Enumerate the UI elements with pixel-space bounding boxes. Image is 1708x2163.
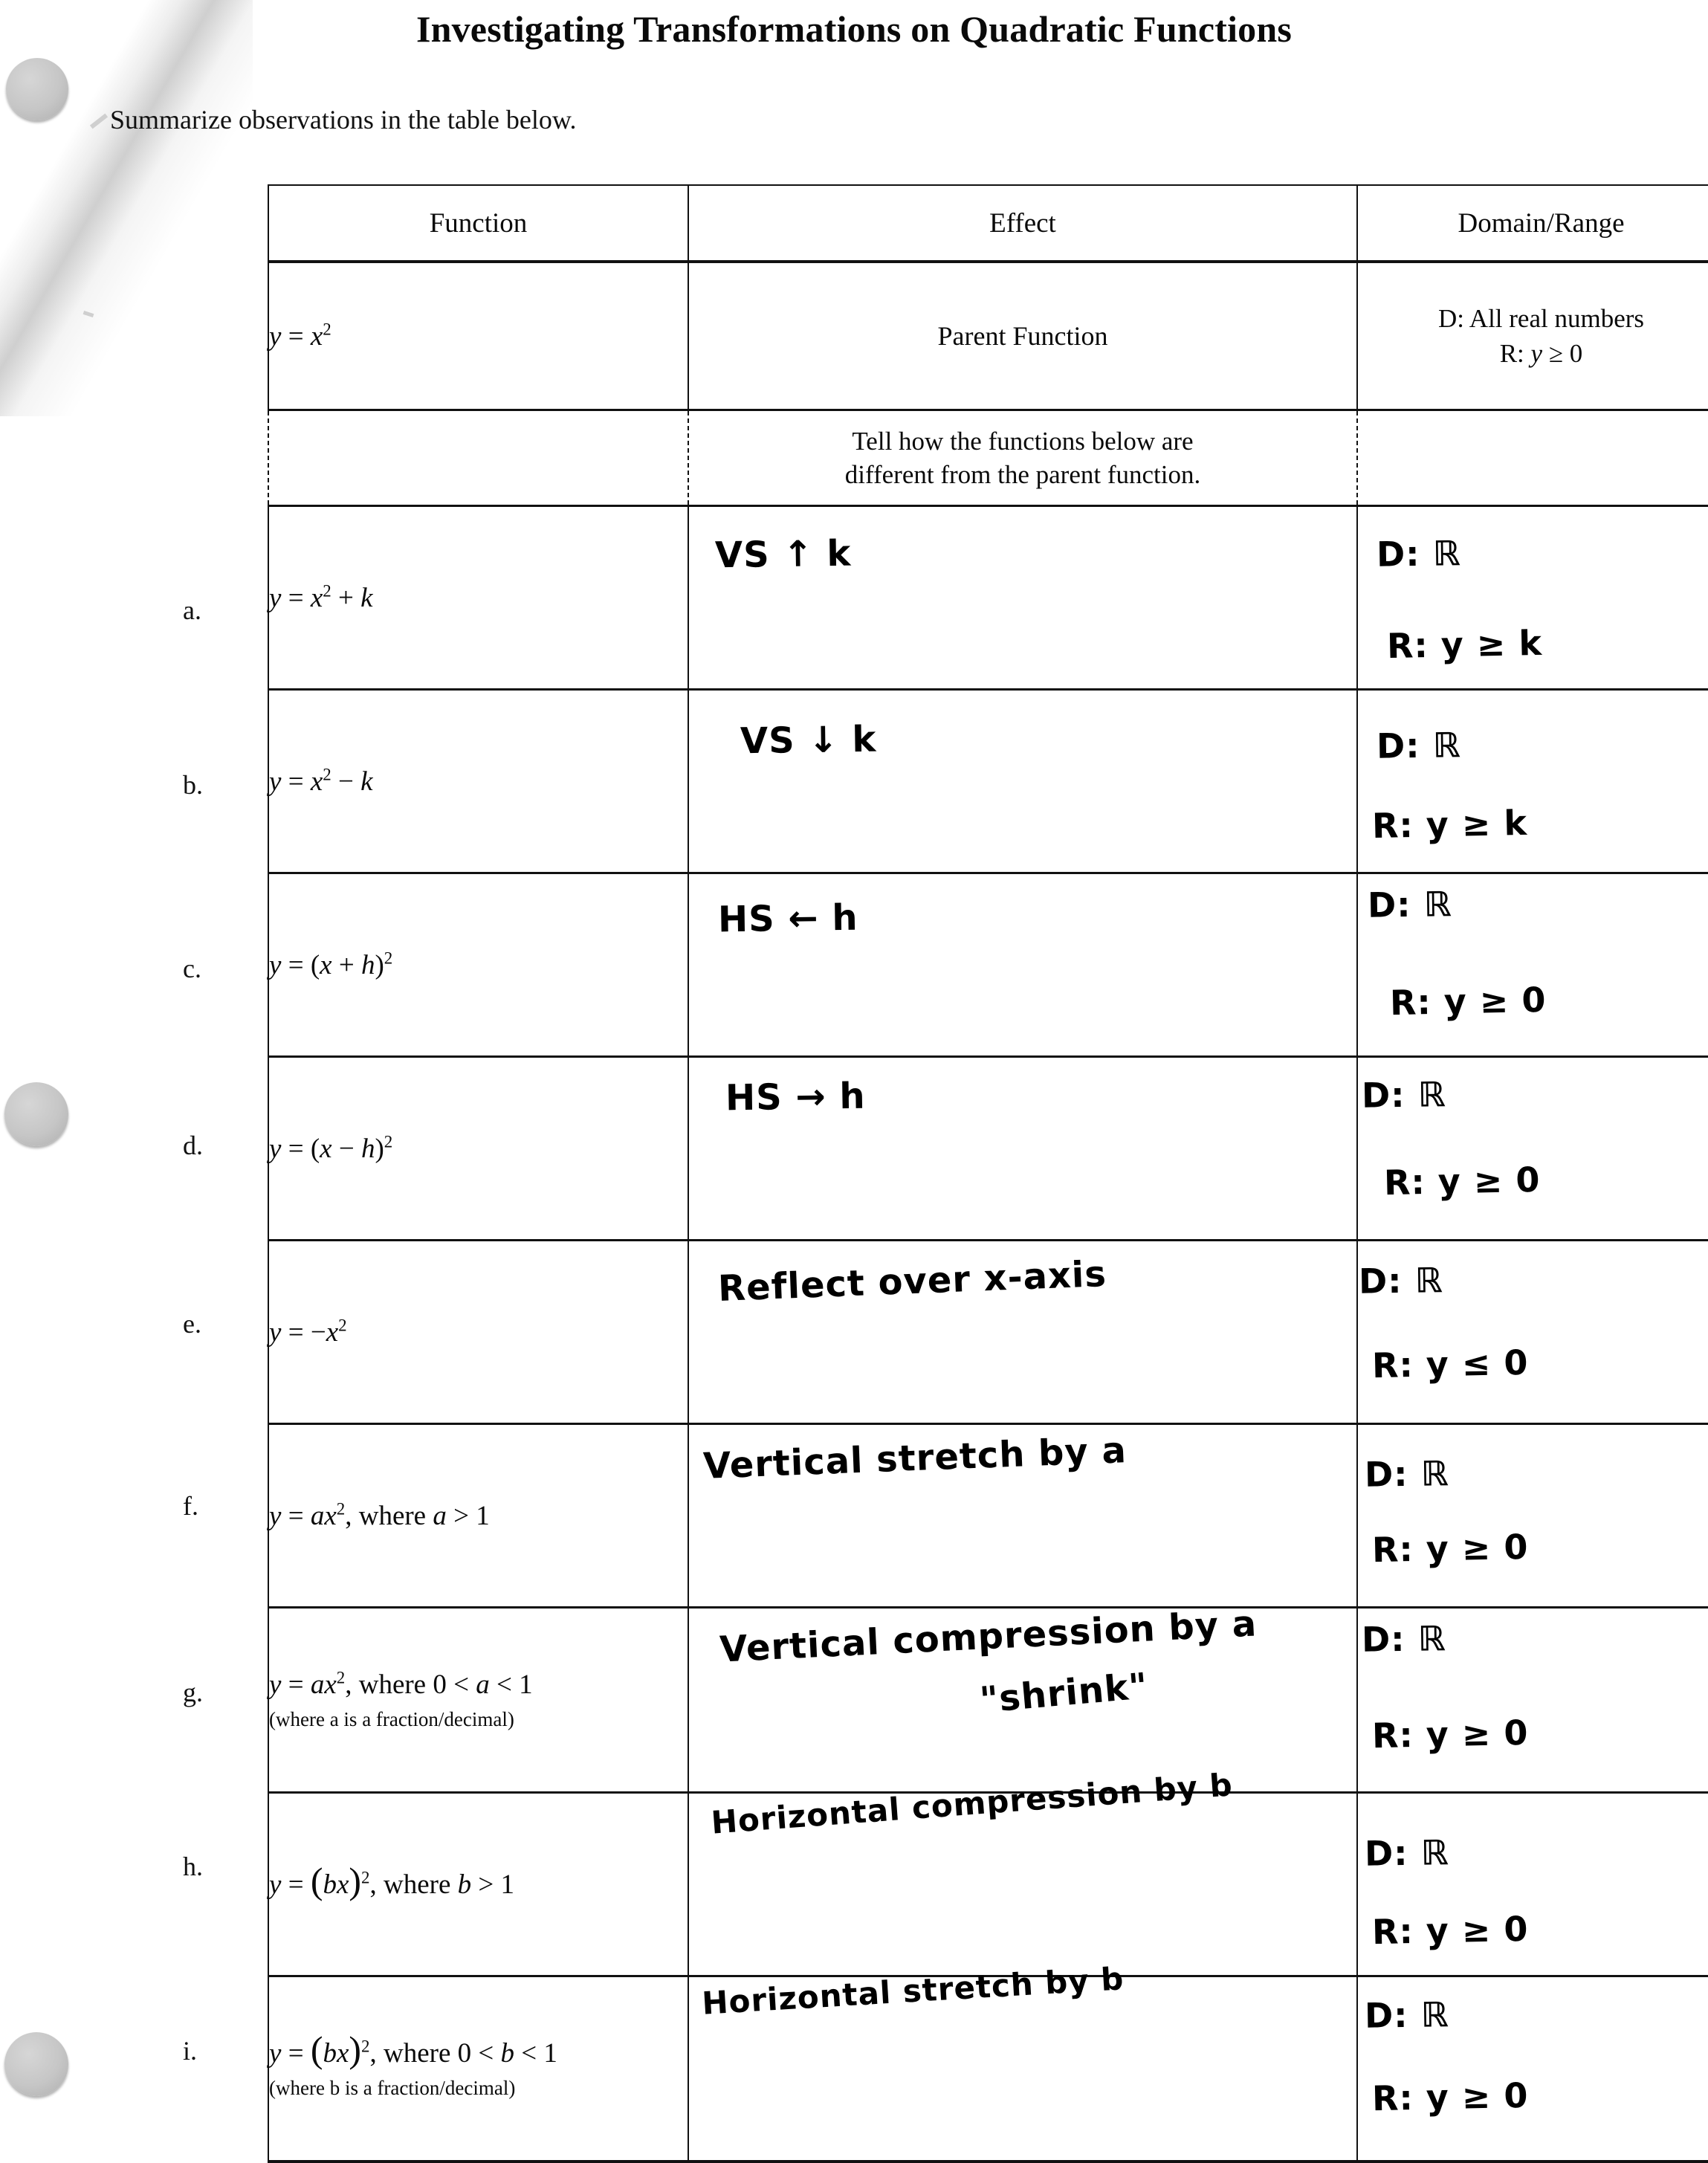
instruction-blank-left bbox=[268, 409, 689, 507]
function-formula-h: y = (bx)2, where b > 1 bbox=[268, 1791, 689, 1977]
function-formula-i: y = (bx)2, where 0 < b < 1 (where b is a… bbox=[268, 1975, 689, 2163]
item-letter-b: b. bbox=[183, 770, 203, 800]
parent-range: R: y ≥ 0 bbox=[1499, 339, 1583, 368]
parent-function-formula: y = x2 bbox=[268, 260, 689, 411]
effect-answer-c bbox=[688, 872, 1358, 1058]
function-note-g: (where a is a fraction/decimal) bbox=[269, 1708, 514, 1730]
effect-answer-b bbox=[688, 688, 1358, 874]
table-row-instruction: Tell how the functions below are differe… bbox=[268, 409, 1708, 507]
effect-answer-f bbox=[688, 1423, 1358, 1608]
table-row: y = ax2, where a > 1 bbox=[268, 1423, 1708, 1608]
function-formula-b: y = x2 − k bbox=[268, 688, 689, 874]
item-letter-d: d. bbox=[183, 1131, 203, 1160]
instruction-text-line2: different from the parent function. bbox=[844, 460, 1201, 489]
header-function: Function bbox=[268, 184, 689, 262]
header-effect: Effect bbox=[688, 184, 1358, 262]
domain-range-answer-c bbox=[1356, 872, 1708, 1058]
instruction-text: Tell how the functions below are differe… bbox=[688, 409, 1358, 507]
table-row: y = x2 − k bbox=[268, 688, 1708, 874]
table-row: y = x2 + k bbox=[268, 505, 1708, 691]
effect-answer-i bbox=[688, 1975, 1358, 2163]
table-row-parent-function: y = x2 Parent Function D: All real numbe… bbox=[268, 260, 1708, 411]
hole-punch-top bbox=[6, 58, 68, 120]
function-formula-d: y = (x − h)2 bbox=[268, 1055, 689, 1241]
item-letter-f: f. bbox=[183, 1491, 198, 1521]
effect-answer-a bbox=[688, 505, 1358, 691]
function-formula-c: y = (x + h)2 bbox=[268, 872, 689, 1058]
item-letter-c: c. bbox=[183, 954, 201, 983]
domain-range-answer-a bbox=[1356, 505, 1708, 691]
parent-function-effect: Parent Function bbox=[688, 260, 1358, 411]
table-row: y = (bx)2, where b > 1 bbox=[268, 1791, 1708, 1977]
table-row: y = −x2 bbox=[268, 1239, 1708, 1425]
item-letter-h: h. bbox=[183, 1852, 203, 1881]
instruction-blank-right bbox=[1356, 409, 1708, 507]
domain-range-answer-g bbox=[1356, 1606, 1708, 1794]
domain-range-answer-b bbox=[1356, 688, 1708, 874]
hole-punch-middle bbox=[4, 1082, 68, 1146]
hole-punch-bottom bbox=[4, 2032, 68, 2096]
function-formula-g: y = ax2, where 0 < a < 1 (where a is a f… bbox=[268, 1606, 689, 1794]
table-row: y = ax2, where 0 < a < 1 (where a is a f… bbox=[268, 1606, 1708, 1794]
parent-domain: D: All real numbers bbox=[1437, 303, 1645, 333]
table-row: y = (x − h)2 bbox=[268, 1055, 1708, 1241]
table-row: y = (bx)2, where 0 < b < 1 (where b is a… bbox=[268, 1975, 1708, 2163]
effect-answer-d bbox=[688, 1055, 1358, 1241]
item-letter-i: i. bbox=[183, 2036, 198, 2066]
domain-range-answer-e bbox=[1356, 1239, 1708, 1425]
page-title: Investigating Transformations on Quadrat… bbox=[415, 8, 1293, 50]
item-letter-a: a. bbox=[183, 595, 201, 625]
domain-range-answer-i bbox=[1356, 1975, 1708, 2163]
scan-page-curl bbox=[0, 0, 253, 416]
function-note-i: (where b is a fraction/decimal) bbox=[269, 2077, 516, 2099]
function-formula-a: y = x2 + k bbox=[268, 505, 689, 691]
domain-range-answer-h bbox=[1356, 1791, 1708, 1977]
instruction-text-line1: Tell how the functions below are bbox=[852, 426, 1194, 456]
table-row: y = (x + h)2 bbox=[268, 872, 1708, 1058]
header-domain-range: Domain/Range bbox=[1356, 184, 1708, 262]
effect-answer-g bbox=[688, 1606, 1358, 1794]
effect-answer-e bbox=[688, 1239, 1358, 1425]
paper-fiber-speck bbox=[83, 310, 94, 318]
item-letter-e: e. bbox=[183, 1309, 201, 1339]
transformations-table: Function Effect Domain/Range y = x2 Pare… bbox=[268, 184, 1708, 2163]
item-letter-g: g. bbox=[183, 1678, 203, 1707]
domain-range-answer-f bbox=[1356, 1423, 1708, 1608]
function-formula-e: y = −x2 bbox=[268, 1239, 689, 1425]
paper-fiber-speck bbox=[89, 113, 109, 129]
instruction-line: Summarize observations in the table belo… bbox=[110, 105, 577, 135]
effect-answer-h bbox=[688, 1791, 1358, 1977]
table-header-row: Function Effect Domain/Range bbox=[268, 184, 1708, 262]
parent-function-domain-range: D: All real numbers R: y ≥ 0 bbox=[1356, 260, 1708, 411]
function-formula-f: y = ax2, where a > 1 bbox=[268, 1423, 689, 1608]
domain-range-answer-d bbox=[1356, 1055, 1708, 1241]
